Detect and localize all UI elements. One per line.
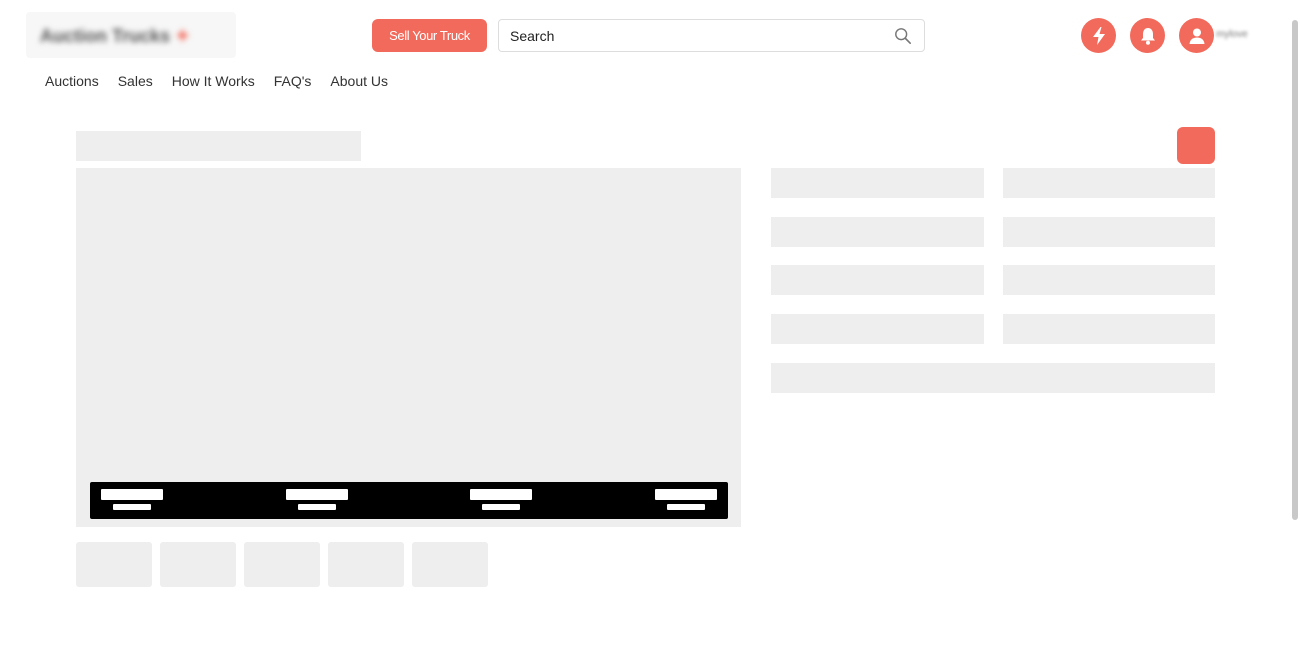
nav-item-how-it-works[interactable]: How It Works [172, 73, 255, 89]
nav-item-auctions[interactable]: Auctions [45, 73, 99, 89]
main-nav: Auctions Sales How It Works FAQ's About … [45, 73, 388, 89]
logo-text: Auction Trucks ✦ [40, 26, 191, 46]
auction-info-bar [90, 482, 728, 519]
search-input[interactable] [499, 20, 879, 51]
spec-skeleton-wide [771, 363, 1215, 393]
thumbnail-skeleton[interactable] [328, 542, 404, 587]
lightning-icon[interactable] [1081, 18, 1116, 53]
spec-skeleton [771, 217, 984, 247]
spec-skeleton [771, 168, 984, 198]
scrollbar-thumb[interactable] [1292, 20, 1298, 520]
spec-skeleton [1003, 168, 1215, 198]
spec-skeleton [771, 314, 984, 344]
info-bar-cell [286, 489, 348, 510]
search-icon[interactable] [894, 27, 912, 45]
action-button[interactable] [1177, 127, 1215, 164]
spec-skeleton [1003, 314, 1215, 344]
info-bar-cell [655, 489, 717, 510]
main-image-skeleton [76, 168, 741, 527]
info-bar-cell [470, 489, 532, 510]
sell-your-truck-button[interactable]: Sell Your Truck [372, 19, 487, 52]
page-scrollbar[interactable] [1290, 0, 1300, 660]
thumbnail-skeleton[interactable] [244, 542, 320, 587]
user-icon[interactable] [1179, 18, 1214, 53]
thumbnail-skeleton[interactable] [412, 542, 488, 587]
spec-skeleton [771, 265, 984, 295]
search-bar [498, 19, 925, 52]
info-bar-cell [101, 489, 163, 510]
spec-skeleton [1003, 217, 1215, 247]
spec-skeleton [1003, 265, 1215, 295]
title-skeleton [76, 131, 361, 161]
nav-item-about-us[interactable]: About Us [330, 73, 388, 89]
site-logo[interactable]: Auction Trucks ✦ [26, 12, 236, 58]
nav-item-faqs[interactable]: FAQ's [274, 73, 312, 89]
thumbnail-skeleton[interactable] [76, 542, 152, 587]
user-name[interactable]: mylove [1216, 29, 1248, 40]
nav-item-sales[interactable]: Sales [118, 73, 153, 89]
bell-icon[interactable] [1130, 18, 1165, 53]
thumbnail-skeleton[interactable] [160, 542, 236, 587]
